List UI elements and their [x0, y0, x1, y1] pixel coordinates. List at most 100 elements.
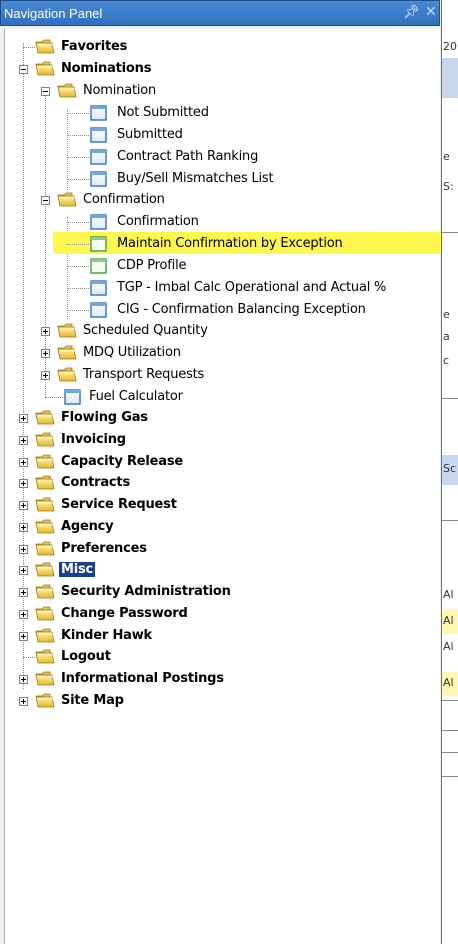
- expand-icon[interactable]: [41, 371, 50, 380]
- grid-line: [442, 700, 458, 701]
- folder-icon: [57, 82, 77, 98]
- tree-item-label: Logout: [61, 649, 111, 664]
- tree-item-label: Invoicing: [61, 432, 126, 447]
- tree-item-label: Service Request: [61, 497, 177, 512]
- expand-icon[interactable]: [19, 501, 28, 510]
- tree-item-scheduled-quantity[interactable]: Scheduled Quantity: [5, 321, 435, 342]
- content-fragment: Al: [443, 676, 454, 689]
- tree-item-mdq-utilization[interactable]: MDQ Utilization: [5, 343, 435, 364]
- page-icon: [90, 302, 107, 318]
- tree-item-transport-requests[interactable]: Transport Requests: [5, 365, 435, 386]
- pin-icon[interactable]: 📌︎: [403, 5, 420, 20]
- expand-icon[interactable]: [19, 675, 28, 684]
- expand-icon[interactable]: [19, 479, 28, 488]
- tree-item-label: Contract Path Ranking: [117, 149, 259, 164]
- tree-item-tgp-imbal-calc[interactable]: TGP - Imbal Calc Operational and Actual …: [5, 278, 435, 299]
- tree-item-misc[interactable]: Misc: [5, 560, 435, 581]
- expand-icon[interactable]: [19, 523, 28, 532]
- expand-icon[interactable]: [41, 349, 50, 358]
- folder-icon: [35, 540, 55, 556]
- page-icon: [90, 280, 107, 296]
- expand-icon[interactable]: [41, 327, 50, 336]
- close-icon[interactable]: ✕: [425, 4, 437, 20]
- expand-icon[interactable]: [19, 458, 28, 467]
- tree-item-label: Confirmation: [117, 214, 199, 229]
- tree-item-cig-confirmation-balancing[interactable]: CIG - Confirmation Balancing Exception: [5, 300, 435, 321]
- folder-icon: [35, 496, 55, 512]
- folder-icon: [35, 583, 55, 599]
- tree-item-contracts[interactable]: Contracts: [5, 473, 435, 494]
- page-icon: [90, 149, 107, 165]
- tree-item-label: Fuel Calculator: [89, 389, 183, 404]
- folder-icon: [35, 474, 55, 490]
- folder-icon: [35, 692, 55, 708]
- tree-item-kinder-hawk[interactable]: Kinder Hawk: [5, 626, 435, 647]
- tree-item-informational-postings[interactable]: Informational Postings: [5, 669, 435, 690]
- panel-title: Navigation Panel: [4, 6, 103, 21]
- collapse-icon[interactable]: [41, 196, 50, 205]
- tree-item-label: Site Map: [61, 693, 124, 708]
- expand-icon[interactable]: [19, 414, 28, 423]
- tree-item-invoicing[interactable]: Invoicing: [5, 430, 435, 451]
- page-icon: [90, 105, 107, 121]
- folder-icon: [35, 518, 55, 534]
- tree-item-label: TGP - Imbal Calc Operational and Actual …: [117, 280, 387, 295]
- tree-item-confirmation[interactable]: Confirmation: [5, 212, 435, 233]
- tree-item-agency[interactable]: Agency: [5, 517, 435, 538]
- tree-item-buy-sell-mismatches[interactable]: Buy/Sell Mismatches List: [5, 169, 435, 190]
- tree-item-maintain-confirmation-by-exception[interactable]: Maintain Confirmation by Exception: [5, 234, 435, 255]
- expand-icon[interactable]: [19, 566, 28, 575]
- expand-icon[interactable]: [19, 545, 28, 554]
- folder-icon: [35, 60, 55, 76]
- navigation-tree: Favorites Nominations Nomination Not Sub…: [4, 29, 441, 944]
- tree-item-label: Confirmation: [83, 192, 165, 207]
- content-fragment: Al: [443, 588, 454, 601]
- folder-icon: [35, 627, 55, 643]
- tree-item-security-administration[interactable]: Security Administration: [5, 582, 435, 603]
- expand-icon[interactable]: [19, 697, 28, 706]
- content-fragment: Al: [443, 614, 454, 627]
- tree-item-label: Nominations: [61, 61, 152, 76]
- tree-item-favorites[interactable]: Favorites: [5, 37, 435, 58]
- tree-item-change-password[interactable]: Change Password: [5, 604, 435, 625]
- tree-item-nominations[interactable]: Nominations: [5, 59, 435, 80]
- folder-icon: [35, 431, 55, 447]
- collapse-icon[interactable]: [19, 65, 28, 74]
- folder-icon: [35, 453, 55, 469]
- tree-item-site-map[interactable]: Site Map: [5, 691, 435, 712]
- tree-item-label: Kinder Hawk: [61, 628, 152, 643]
- grid-line: [442, 730, 458, 731]
- tree-item-not-submitted[interactable]: Not Submitted: [5, 103, 435, 124]
- expand-icon[interactable]: [19, 610, 28, 619]
- tree-item-label: Security Administration: [61, 584, 231, 599]
- tree-item-nomination[interactable]: Nomination: [5, 81, 435, 102]
- tree-item-label: Scheduled Quantity: [83, 323, 208, 338]
- tree-item-flowing-gas[interactable]: Flowing Gas: [5, 408, 435, 429]
- folder-icon: [35, 561, 55, 577]
- tree-item-cdp-profile[interactable]: CDP Profile: [5, 256, 435, 277]
- tree-item-label: Informational Postings: [61, 671, 224, 686]
- grid-line: [442, 776, 458, 777]
- tree-item-label: CDP Profile: [117, 258, 187, 273]
- expand-icon[interactable]: [19, 632, 28, 641]
- tree-item-logout[interactable]: Logout: [5, 647, 435, 668]
- tree-item-label: Change Password: [61, 606, 188, 621]
- folder-icon: [35, 605, 55, 621]
- tree-item-fuel-calculator[interactable]: Fuel Calculator: [5, 387, 435, 408]
- tree-item-contract-path-ranking[interactable]: Contract Path Ranking: [5, 147, 435, 168]
- collapse-icon[interactable]: [41, 87, 50, 96]
- tree-item-confirmation-folder[interactable]: Confirmation: [5, 190, 435, 211]
- tree-item-label: Buy/Sell Mismatches List: [117, 171, 274, 186]
- tree-item-label: Contracts: [61, 475, 130, 490]
- tree-item-service-request[interactable]: Service Request: [5, 495, 435, 516]
- folder-icon: [35, 409, 55, 425]
- panel-title-bar[interactable]: Navigation Panel 📌︎ ✕: [0, 0, 440, 26]
- tree-item-label: Nomination: [83, 83, 157, 98]
- expand-icon[interactable]: [19, 436, 28, 445]
- tree-item-submitted[interactable]: Submitted: [5, 125, 435, 146]
- expand-icon[interactable]: [19, 588, 28, 597]
- tree-item-label: MDQ Utilization: [83, 345, 181, 360]
- tree-item-preferences[interactable]: Preferences: [5, 539, 435, 560]
- tree-item-capacity-release[interactable]: Capacity Release: [5, 452, 435, 473]
- content-fragment: 20: [443, 40, 457, 53]
